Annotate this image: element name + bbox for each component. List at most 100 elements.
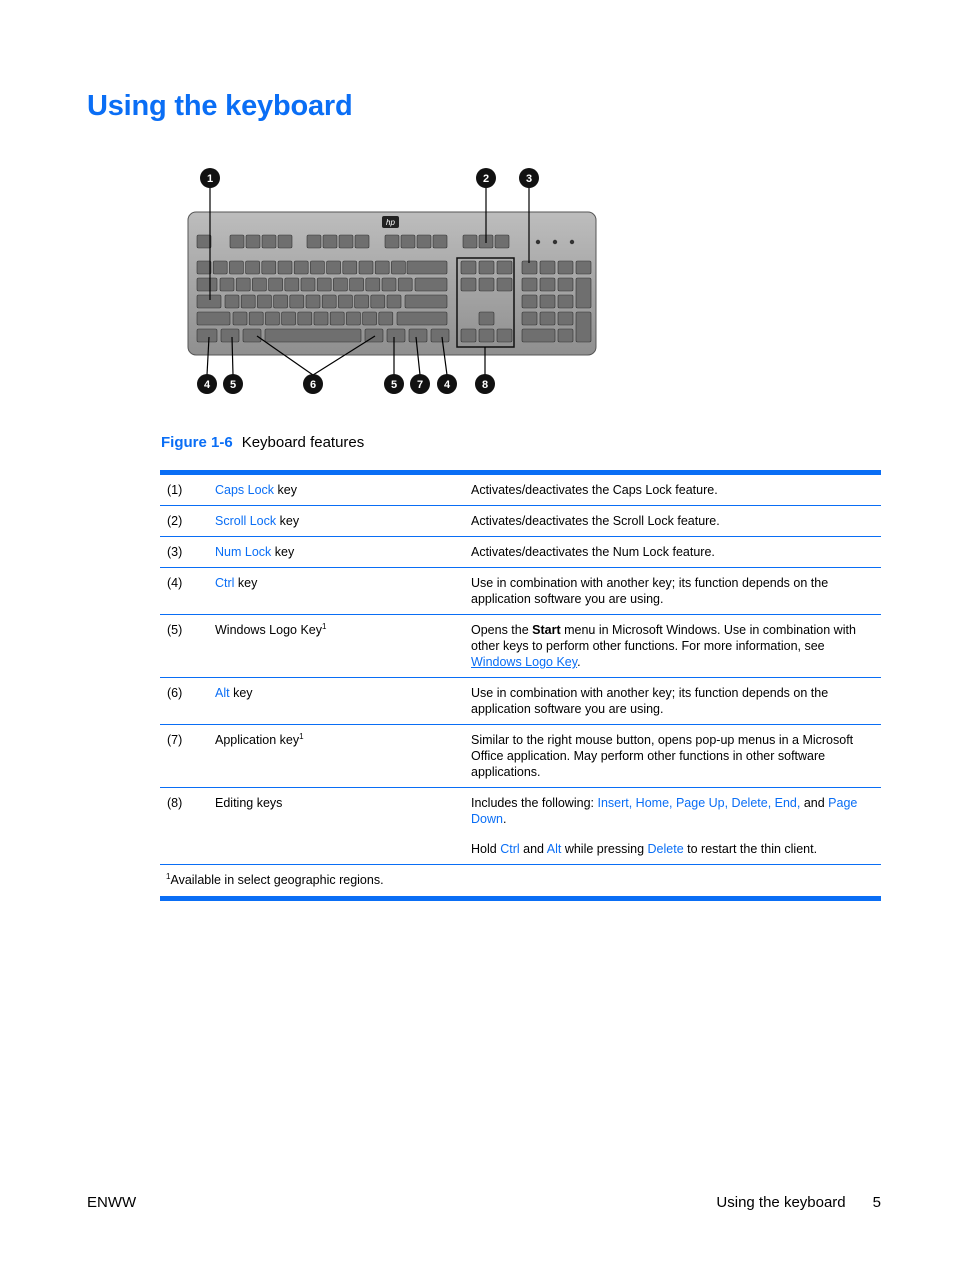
feature-suffix: key	[229, 686, 253, 700]
keyboard-key	[386, 294, 402, 309]
keyboard-key	[310, 260, 325, 275]
num-lock-link[interactable]: Num Lock	[215, 545, 271, 559]
scroll-lock-link[interactable]: Scroll Lock	[215, 514, 276, 528]
feature-cell: Num Lock key	[203, 536, 464, 568]
keyboard-key	[396, 311, 448, 326]
keyboard-key	[521, 328, 556, 343]
keyboard-key	[416, 234, 432, 249]
feature-suffix: key	[271, 545, 295, 559]
keyboard-key	[196, 277, 218, 292]
keyboard-key	[539, 260, 556, 275]
callout-label: 8	[482, 379, 488, 391]
keyboard-key	[358, 260, 374, 275]
keyboard-key	[261, 234, 277, 249]
keyboard-key	[557, 260, 574, 275]
keyboard-key	[430, 328, 450, 343]
keyboard-key	[342, 260, 358, 275]
keyboard-key	[408, 328, 428, 343]
keyboard-key	[242, 328, 262, 343]
keyboard-key	[496, 328, 513, 343]
keyboard-key	[297, 311, 313, 326]
alt-link[interactable]: Alt	[547, 842, 562, 856]
keyboard-key	[381, 277, 397, 292]
table-row: (6) Alt key Use in combination with anot…	[160, 677, 881, 725]
keyboard-key	[362, 311, 377, 326]
feature-cell: Editing keys	[203, 787, 464, 865]
keyboard-key	[391, 260, 406, 275]
row-number: (5)	[160, 614, 203, 678]
callout-label: 3	[526, 173, 532, 185]
keyboard-key	[404, 294, 448, 309]
keyboard-key	[365, 277, 381, 292]
description-cell: Use in combination with another key; its…	[464, 677, 881, 725]
table-row: (2) Scroll Lock key Activates/deactivate…	[160, 505, 881, 537]
keyboard-key	[329, 311, 345, 326]
feature-suffix: key	[274, 483, 297, 497]
footnote-text: Available in select geographic regions.	[170, 873, 384, 887]
keyboard-key	[460, 277, 477, 292]
desc-text: .	[577, 655, 581, 669]
keyboard-key	[400, 234, 416, 249]
keyboard-key	[245, 260, 260, 275]
keyboard-key	[478, 260, 495, 275]
keyboard-key	[354, 234, 370, 249]
alt-link[interactable]: Alt	[215, 686, 230, 700]
desc-text: and	[800, 796, 829, 810]
keyboard-key	[316, 277, 332, 292]
keyboard-key	[575, 311, 592, 343]
table-row: (5) Windows Logo Key1 Opens the Start me…	[160, 614, 881, 678]
feature-cell: Application key1	[203, 724, 464, 788]
keyboard-key	[354, 294, 369, 309]
delete-link[interactable]: Delete	[648, 842, 684, 856]
feature-text: Application key	[215, 733, 300, 747]
feature-suffix: key	[276, 514, 300, 528]
keyboard-key	[277, 234, 293, 249]
keyboard-key	[557, 294, 574, 309]
editing-keys-link[interactable]: Insert, Home, Page Up, Delete, End,	[597, 796, 800, 810]
keyboard-key	[460, 260, 477, 275]
keyboard-key	[284, 277, 300, 292]
keyboard-key	[575, 277, 592, 309]
keyboard-key	[460, 328, 477, 343]
keyboard-key	[432, 234, 448, 249]
keyboard-key	[196, 311, 231, 326]
footnote-row: 1Available in select geographic regions.	[160, 865, 881, 897]
ctrl-link[interactable]: Ctrl	[500, 842, 519, 856]
figure-caption-text: Keyboard features	[241, 434, 365, 451]
row-number: (6)	[160, 677, 203, 725]
description-cell: Activates/deactivates the Caps Lock feat…	[464, 475, 881, 506]
keyboard-figure: hp 1 2 3 4 5 6 5 7 4 8	[187, 168, 597, 394]
ctrl-link[interactable]: Ctrl	[215, 576, 234, 590]
callout-label: 6	[310, 379, 316, 391]
row-number: (1)	[160, 475, 203, 506]
desc-text: Opens the	[471, 623, 533, 637]
keyboard-key	[273, 294, 288, 309]
keyboard-key	[521, 294, 538, 309]
keyboard-key	[224, 294, 240, 309]
keyboard-key	[229, 260, 244, 275]
description-cell: Activates/deactivates the Num Lock featu…	[464, 536, 881, 568]
keyboard-key	[539, 277, 556, 292]
keyboard-key	[245, 234, 261, 249]
feature-cell: Scroll Lock key	[203, 505, 464, 537]
caps-lock-link[interactable]: Caps Lock	[215, 483, 274, 497]
table-row: (8) Editing keys Includes the following:…	[160, 787, 881, 865]
table-row: (4) Ctrl key Use in combination with ano…	[160, 567, 881, 615]
keyboard-key	[326, 260, 341, 275]
footer-section: Using the keyboard	[716, 1194, 846, 1211]
footnote-marker: 1	[299, 731, 304, 741]
table-row: (1) Caps Lock key Activates/deactivates …	[160, 475, 881, 506]
feature-cell: Alt key	[203, 677, 464, 725]
keyboard-key	[196, 234, 212, 249]
keyboard-key	[257, 294, 272, 309]
windows-logo-key-link[interactable]: Windows Logo Key	[471, 655, 577, 669]
keyboard-key	[557, 277, 574, 292]
restart-paragraph: Hold Ctrl and Alt while pressing Delete …	[471, 841, 877, 857]
callout-label: 1	[207, 173, 213, 185]
keyboard-key	[557, 311, 574, 326]
table-row: (3) Num Lock key Activates/deactivates t…	[160, 536, 881, 568]
feature-cell: Ctrl key	[203, 567, 464, 615]
footnote-marker: 1	[322, 621, 327, 631]
keyboard-key	[414, 277, 448, 292]
keyboard-key	[229, 234, 245, 249]
